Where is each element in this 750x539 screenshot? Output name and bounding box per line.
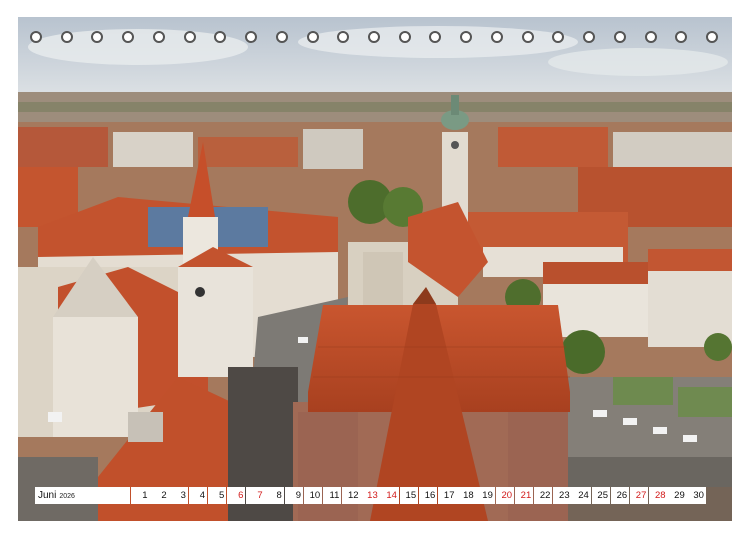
- day-cell: 5: [207, 487, 227, 504]
- binding-ring: [368, 31, 380, 43]
- day-cell: 13: [361, 487, 380, 504]
- city-rooftop-illustration: [18, 17, 732, 521]
- binding-ring: [706, 31, 718, 43]
- day-cell: 27: [629, 487, 649, 504]
- day-cell: 22: [533, 487, 553, 504]
- day-cell: 11: [322, 487, 342, 504]
- day-cell: 21: [514, 487, 534, 504]
- binding-ring: [122, 31, 135, 43]
- day-cell: 19: [476, 487, 495, 504]
- month-name: Juni: [38, 490, 57, 501]
- day-cell: 28: [649, 487, 668, 504]
- binding-ring: [214, 31, 227, 43]
- day-cell: 1: [131, 487, 150, 504]
- day-cell: 20: [495, 487, 515, 504]
- day-cell: 26: [610, 487, 630, 504]
- month-label: Juni 2026: [35, 487, 130, 504]
- day-cell: 10: [303, 487, 323, 504]
- binding-ring: [91, 31, 104, 43]
- day-cell: 8: [265, 487, 284, 504]
- binding-ring: [613, 31, 626, 43]
- day-cell: 17: [438, 487, 457, 504]
- binding-ring: [245, 31, 258, 43]
- day-cell: 24: [572, 487, 591, 504]
- binding-ring: [152, 31, 165, 43]
- city-rooftop-photo: [18, 17, 732, 521]
- binding-ring: [337, 31, 350, 43]
- day-cell: 6: [226, 487, 246, 504]
- day-cell: 14: [380, 487, 399, 504]
- binding-ring: [521, 31, 534, 43]
- day-cell: 12: [342, 487, 361, 504]
- day-cell: 3: [169, 487, 188, 504]
- binding-ring: [275, 31, 288, 43]
- binding-ring: [552, 31, 565, 43]
- date-strip: Juni 2026 1 2 3 4 5 6 7 8 9 10 11 12 13 14 15 16 17 18 19 2…: [35, 487, 707, 504]
- foreground-church-roof: [293, 287, 570, 521]
- binding-ring: [490, 31, 503, 43]
- binding-ring: [398, 31, 411, 43]
- binding-ring: [60, 31, 73, 43]
- year-label: 2026: [59, 493, 75, 500]
- day-cell: 9: [284, 487, 303, 504]
- day-cell: 4: [188, 487, 208, 504]
- binding-ring: [644, 31, 657, 43]
- binding-ring: [306, 31, 319, 43]
- day-cell: 23: [553, 487, 572, 504]
- day-cell: 2: [150, 487, 169, 504]
- day-cell: 18: [457, 487, 476, 504]
- binding-ring: [675, 31, 688, 43]
- day-cell: 25: [591, 487, 610, 504]
- day-cell: 7: [246, 487, 265, 504]
- day-cell: 30: [687, 487, 706, 504]
- calendar-page: Juni 2026 1 2 3 4 5 6 7 8 9 10 11 12 13 14 15 16 17 18 19 2…: [0, 0, 750, 539]
- day-cell: 29: [668, 487, 687, 504]
- binding-ring: [183, 31, 196, 43]
- binding-ring: [460, 31, 473, 43]
- binding-rings: [18, 31, 732, 49]
- binding-ring: [429, 31, 442, 43]
- day-cell: 15: [399, 487, 419, 504]
- day-cell: 16: [418, 487, 438, 504]
- binding-ring: [30, 31, 42, 43]
- binding-ring: [583, 31, 596, 43]
